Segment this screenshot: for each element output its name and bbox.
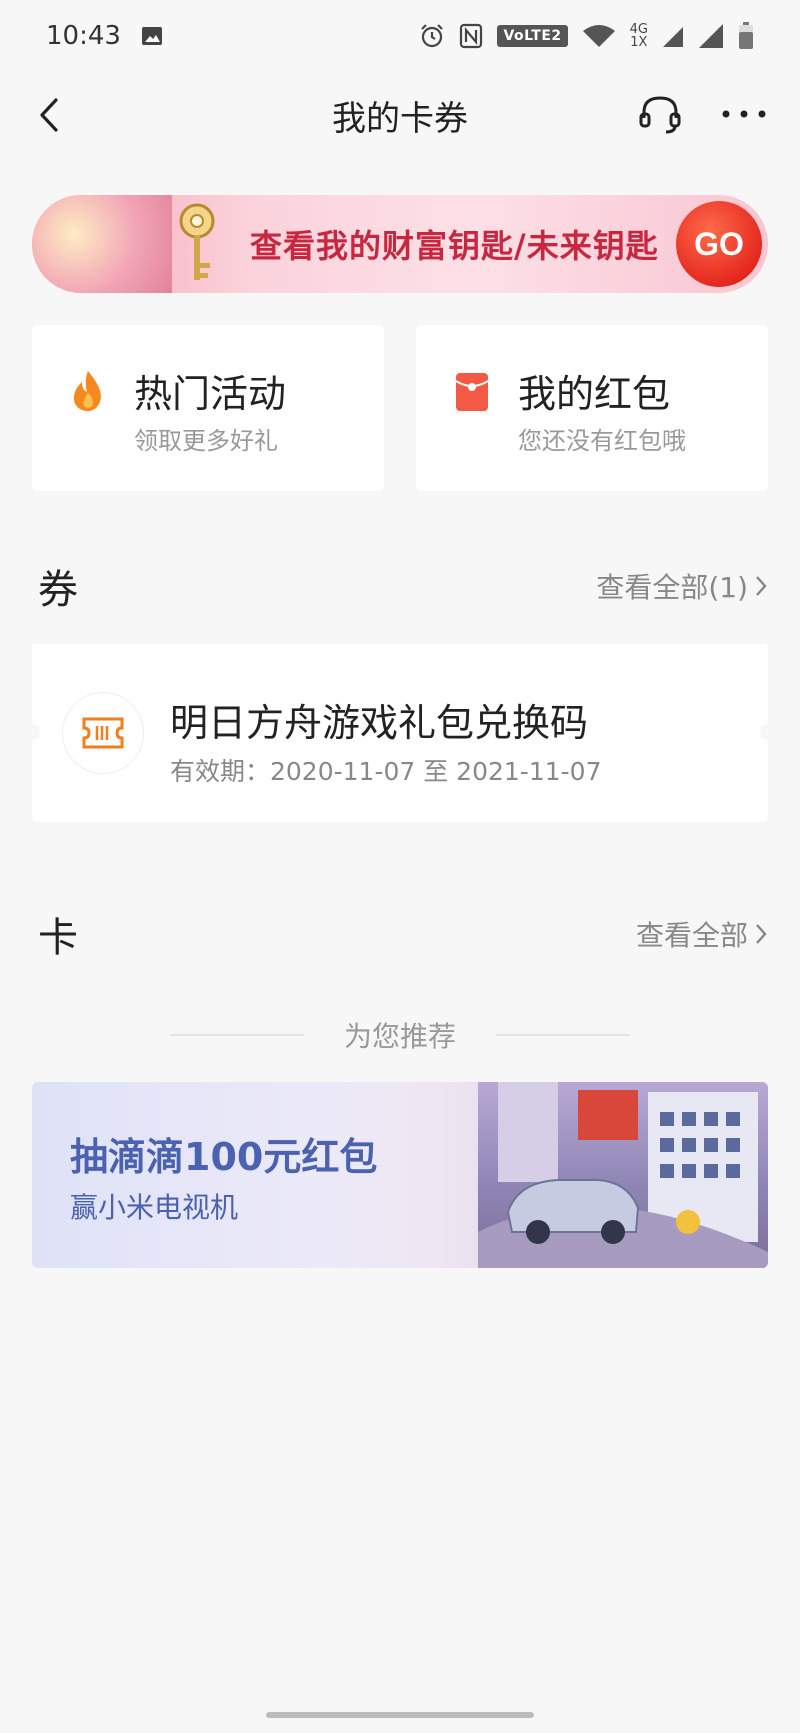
view-all-label: 查看全部	[635, 919, 748, 952]
divider-line	[496, 1034, 630, 1036]
city-car-illustration	[478, 1082, 768, 1268]
promo-subtitle: 赢小米电视机	[70, 1191, 239, 1224]
divider-line	[169, 1034, 304, 1036]
my-red-packets-card[interactable]: 我的红包 您还没有红包哦	[416, 325, 768, 491]
coupon-title: 明日方舟游戏礼包兑换码	[170, 701, 589, 745]
cards-section-header: 卡 查看全部	[38, 904, 768, 964]
coupon-icon-wrapper	[62, 692, 144, 774]
promo-illustration	[478, 1082, 768, 1268]
coupon-item[interactable]: 明日方舟游戏礼包兑换码 有效期：2020-11-07 至 2021-11-07	[24, 644, 776, 822]
card-subtitle: 您还没有红包哦	[518, 427, 686, 455]
view-all-label: 查看全部(1)	[596, 571, 748, 604]
recommend-divider: 为您推荐	[0, 1010, 800, 1060]
network-type-bottom: 1X	[630, 35, 648, 50]
signal-icon-1	[663, 27, 683, 47]
card-title: 我的红包	[518, 372, 671, 416]
status-bar: 10:43 VoLTE2 4G 1X	[0, 0, 800, 72]
top-bar: 我的卡券	[0, 72, 800, 158]
status-time: 10:43	[46, 21, 121, 51]
back-icon[interactable]	[30, 92, 70, 138]
page-title: 我的卡券	[332, 98, 468, 139]
recommend-label: 为您推荐	[343, 1020, 456, 1053]
promo-title: 抽滴滴100元红包	[70, 1135, 378, 1179]
more-icon[interactable]	[716, 90, 772, 138]
status-left: 10:43	[46, 21, 163, 51]
coupon-validity: 有效期：2020-11-07 至 2021-11-07	[170, 757, 602, 786]
wealth-key-banner[interactable]: 查看我的财富钥匙/未来钥匙 GO	[32, 195, 768, 293]
signal-icon-2	[699, 24, 723, 48]
alarm-icon	[421, 24, 444, 48]
cards-view-all-link[interactable]: 查看全部	[636, 914, 768, 954]
banner-text: 查看我的财富钥匙/未来钥匙	[250, 227, 659, 265]
coupons-view-all-link[interactable]: 查看全部(1)	[596, 566, 768, 606]
chevron-right-icon	[756, 576, 767, 596]
card-title: 热门活动	[134, 372, 287, 416]
banner-go-button[interactable]: GO	[676, 201, 762, 287]
customer-service-icon[interactable]	[636, 90, 684, 138]
flame-icon	[73, 371, 101, 412]
network-type: 4G 1X	[630, 23, 648, 49]
volte-badge: VoLTE2	[497, 25, 568, 47]
nfc-icon	[460, 23, 483, 49]
red-packet-icon	[455, 373, 489, 411]
coupon-notch-left	[24, 724, 40, 740]
battery-icon	[739, 22, 753, 49]
promo-banner[interactable]: 抽滴滴100元红包 赢小米电视机	[32, 1082, 768, 1268]
card-subtitle: 领取更多好礼	[134, 427, 278, 455]
ticket-icon	[82, 717, 124, 749]
home-indicator[interactable]	[266, 1712, 534, 1718]
hot-activities-card[interactable]: 热门活动 领取更多好礼	[32, 325, 384, 491]
section-title: 卡	[38, 915, 78, 961]
coupons-section-header: 券 查看全部(1)	[38, 556, 768, 616]
wifi-icon	[582, 25, 615, 47]
image-notification-icon	[141, 27, 162, 45]
section-title: 券	[38, 567, 78, 613]
key-icon	[179, 203, 215, 280]
coupon-notch-right	[760, 724, 776, 740]
banner-decoration	[32, 195, 172, 293]
chevron-right-icon	[756, 924, 767, 944]
status-right: VoLTE2 4G 1X	[419, 22, 754, 50]
